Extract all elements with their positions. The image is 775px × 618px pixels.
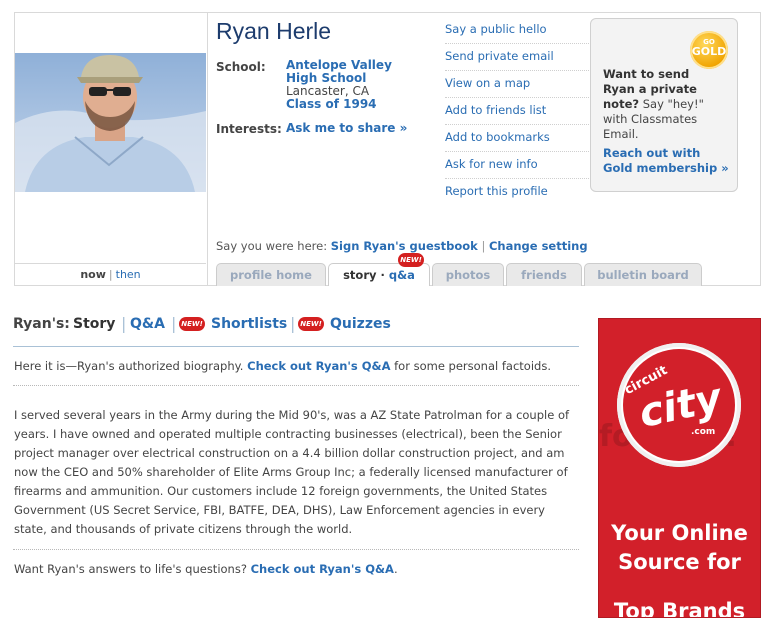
tab-profile-home[interactable]: profile home [216,263,326,286]
tab-photos[interactable]: photos [432,263,504,286]
report-profile-link[interactable]: Report this profile [445,180,595,205]
footer-text: Want Ryan's answers to life's questions?… [14,562,398,576]
ad-headline-2: Source for [618,550,741,574]
intro-text: Here it is—Ryan's authorized biography. … [14,359,551,373]
view-map-link[interactable]: View on a map [445,72,595,98]
ad-headline-3: Top Brands [613,599,746,618]
gold-badge-icon: GO GOLD [690,31,728,69]
profile-photo[interactable] [15,53,206,192]
now-tab[interactable]: now [80,268,106,281]
shortlists-link[interactable]: Shortlists [211,316,287,332]
tab-friends[interactable]: friends [506,263,582,286]
interests-label: Interests: [216,122,282,136]
ask-info-link[interactable]: Ask for new info [445,153,595,179]
story-link[interactable]: Story [73,316,115,332]
gold-promo-text: Want to send Ryan a private note? Say "h… [603,67,704,141]
gold-membership-link[interactable]: Reach out with Gold membership » [603,146,735,176]
guestbook-bar: Say you were here: Sign Ryan's guestbook… [216,239,588,253]
profile-photo-image [15,53,206,192]
class-year-link[interactable]: Class of 1994 [286,98,392,111]
biography-text: I served several years in the Army durin… [14,408,570,536]
add-bookmarks-link[interactable]: Add to bookmarks [445,126,595,152]
footer-qa-link[interactable]: Check out Ryan's Q&A [251,562,394,576]
quizzes-link[interactable]: Quizzes [330,316,391,332]
new-badge: NEW! [398,253,424,267]
say-hello-link[interactable]: Say a public hello [445,18,595,44]
now-then-toggle: now | then [15,263,206,286]
add-friends-link[interactable]: Add to friends list [445,99,595,125]
section-owner: Ryan's: [13,316,70,332]
school-info: Antelope Valley High School Lancaster, C… [286,59,392,111]
tab-bulletin-board[interactable]: bulletin board [584,263,702,286]
change-setting-link[interactable]: Change setting [489,239,588,253]
circuit-city-logo: circuit city .com [617,343,741,467]
section-nav: Ryan's: Story | Q&A | NEW! Shortlists | … [13,314,579,347]
send-email-link[interactable]: Send private email [445,45,595,71]
then-tab[interactable]: then [116,268,141,281]
photo-column: now | then [15,13,208,285]
divider [13,385,579,386]
sign-guestbook-link[interactable]: Sign Ryan's guestbook [331,239,478,253]
guestbook-prefix: Say you were here: [216,239,328,253]
profile-actions: Say a public hello Send private email Vi… [445,18,595,206]
gold-promo-box: GO GOLD Want to send Ryan a private note… [590,18,738,192]
qa-link[interactable]: Q&A [130,316,165,332]
circuit-city-ad[interactable]: for less! circuit city .com Your Online … [598,318,761,618]
school-label: School: [216,60,266,74]
profile-card: now | then Ryan Herle School: Antelope Val… [14,12,761,286]
quizzes-new-badge: NEW! [298,317,324,331]
divider [13,549,579,550]
shortlists-new-badge: NEW! [179,317,205,331]
profile-name: Ryan Herle [216,18,332,44]
intro-qa-link[interactable]: Check out Ryan's Q&A [247,359,390,373]
ad-headline-1: Your Online [611,521,748,545]
interests-link[interactable]: Ask me to share » [286,121,407,135]
